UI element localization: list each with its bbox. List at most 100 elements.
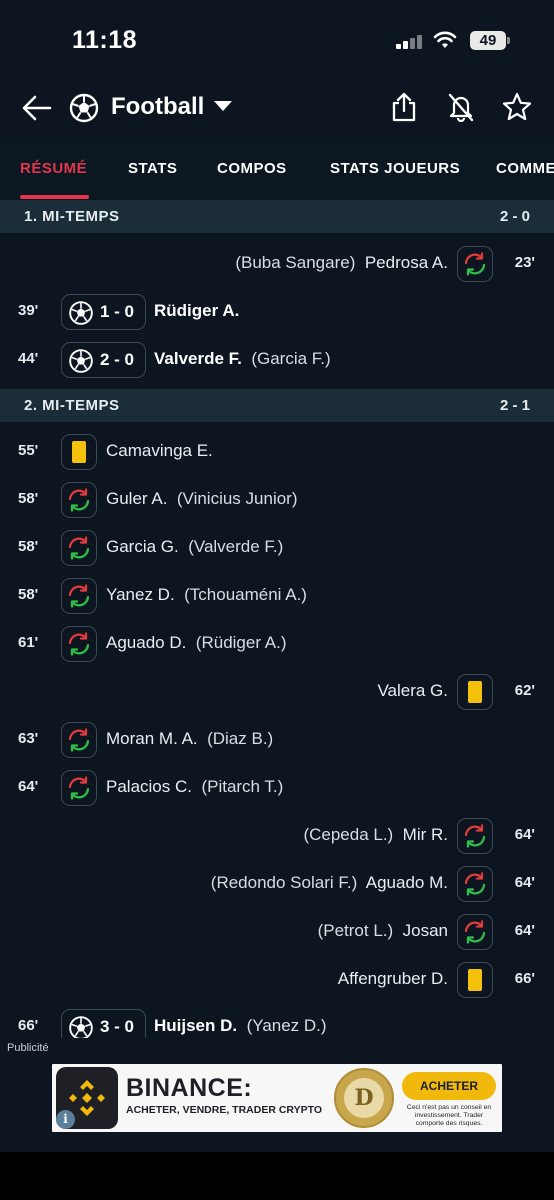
event-player: Moran M. A.	[106, 729, 198, 748]
event-text: (Buba Sangare) Pedrosa A.	[235, 253, 448, 273]
event-row[interactable]: (Cepeda L.) Mir R. 64'	[0, 812, 554, 860]
event-minute: 64'	[514, 874, 535, 891]
event-row[interactable]: Valera G. 62'	[0, 668, 554, 716]
substitution-badge	[457, 818, 493, 854]
yellow-card-badge	[457, 674, 493, 710]
substitution-icon	[464, 252, 486, 276]
info-icon[interactable]: i	[56, 1110, 75, 1129]
event-row[interactable]: (Buba Sangare) Pedrosa A. 23'	[0, 240, 554, 288]
event-minute: 58'	[18, 538, 39, 555]
tab-stats-joueurs[interactable]: STATS JOUEURS	[330, 160, 460, 177]
event-text: Valera G.	[377, 681, 448, 701]
ad-cta-button[interactable]: ACHETER	[402, 1072, 496, 1100]
section-title: 1. MI-TEMPS	[24, 208, 120, 225]
event-text: Camavinga E.	[106, 441, 213, 461]
event-minute: 66'	[514, 970, 535, 987]
goal-score: 2 - 0	[100, 350, 135, 369]
event-row[interactable]: 44' 2 - 0 Valverde F. (Garcia F.)	[0, 336, 554, 384]
event-row[interactable]: 39' 1 - 0 Rüdiger A.	[0, 288, 554, 336]
substitution-icon	[68, 584, 90, 608]
event-text: Garcia G. (Valverde F.)	[106, 537, 283, 557]
event-assist: (Petrot L.)	[317, 921, 394, 940]
app-header: Football	[0, 80, 554, 138]
event-player: Aguado D.	[106, 633, 187, 652]
back-button[interactable]	[20, 92, 54, 124]
event-row[interactable]: 61' Aguado D. (Rüdiger A.)	[0, 620, 554, 668]
substitution-icon	[464, 872, 486, 896]
substitution-badge	[61, 722, 97, 758]
event-row[interactable]: 64' Palacios C. (Pitarch T.)	[0, 764, 554, 812]
event-player: Huijsen D.	[154, 1016, 238, 1035]
battery-tip	[507, 37, 510, 44]
tabs-bar: RÉSUMÉ STATS COMPOS STATS JOUEURS COMMEN…	[0, 138, 554, 200]
chevron-down-icon[interactable]	[214, 101, 232, 111]
event-text: Yanez D. (Tchouaméni A.)	[106, 585, 307, 605]
event-row[interactable]: 55' Camavinga E.	[0, 428, 554, 476]
event-minute: 39'	[18, 302, 39, 319]
event-player: Garcia G.	[106, 537, 179, 556]
yellow-card-icon	[72, 441, 86, 463]
tab-resume[interactable]: RÉSUMÉ	[20, 160, 87, 177]
event-minute: 64'	[18, 778, 39, 795]
event-row[interactable]: Affengruber D. 66'	[0, 956, 554, 1004]
event-player: Palacios C.	[106, 777, 192, 796]
event-assist: (Yanez D.)	[246, 1016, 327, 1035]
event-row[interactable]: (Petrot L.) Josan 64'	[0, 908, 554, 956]
event-text: (Redondo Solari F.) Aguado M.	[211, 873, 448, 893]
tab-stats[interactable]: STATS	[128, 160, 177, 177]
substitution-icon	[68, 728, 90, 752]
event-row[interactable]: 63' Moran M. A. (Diaz B.)	[0, 716, 554, 764]
share-button[interactable]	[387, 90, 421, 124]
notifications-button[interactable]	[444, 90, 478, 124]
ad-banner[interactable]: BINANCE: ACHETER, VENDRE, TRADER CRYPTO …	[52, 1064, 502, 1132]
event-player: Josan	[402, 921, 448, 940]
yellow-card-icon	[468, 681, 482, 703]
substitution-badge	[61, 482, 97, 518]
share-icon	[392, 92, 416, 122]
event-assist: (Redondo Solari F.)	[210, 873, 358, 892]
event-player: Guler A.	[106, 489, 168, 508]
event-text: Palacios C. (Pitarch T.)	[106, 777, 283, 797]
event-text: Valverde F. (Garcia F.)	[154, 349, 331, 369]
football-icon[interactable]	[69, 93, 99, 123]
event-minute: 64'	[514, 922, 535, 939]
ad-label: Publicité	[7, 1042, 49, 1054]
favorite-button[interactable]	[500, 90, 534, 124]
bell-off-icon	[448, 93, 474, 122]
star-icon	[502, 92, 532, 121]
event-player: Valera G.	[377, 681, 448, 700]
coin-letter: D	[344, 1078, 384, 1118]
event-text: Rüdiger A.	[154, 301, 239, 321]
substitution-badge	[457, 866, 493, 902]
event-row[interactable]: 58' Guler A. (Vinicius Junior)	[0, 476, 554, 524]
substitution-icon	[68, 488, 90, 512]
event-row[interactable]: 58' Yanez D. (Tchouaméni A.)	[0, 572, 554, 620]
goal-badge: 1 - 0	[61, 294, 146, 330]
goal-score: 1 - 0	[100, 302, 135, 321]
status-time: 11:18	[72, 26, 138, 54]
event-text: Huijsen D. (Yanez D.)	[154, 1016, 327, 1036]
bottom-bar	[0, 1152, 554, 1200]
event-row[interactable]: (Redondo Solari F.) Aguado M. 64'	[0, 860, 554, 908]
substitution-badge	[61, 578, 97, 614]
yellow-card-badge	[457, 962, 493, 998]
tab-commentaires[interactable]: COMMENTAIRES	[496, 160, 554, 177]
event-minute: 55'	[18, 442, 39, 459]
event-text: Guler A. (Vinicius Junior)	[106, 489, 298, 509]
status-bar: 11:18 49	[0, 0, 554, 80]
dogecoin-icon: D	[334, 1068, 394, 1128]
event-minute: 64'	[514, 826, 535, 843]
substitution-icon	[68, 536, 90, 560]
event-player: Camavinga E.	[106, 441, 213, 460]
ad-brand: BINANCE:	[126, 1074, 253, 1102]
event-row[interactable]: 58' Garcia G. (Valverde F.)	[0, 524, 554, 572]
sport-title[interactable]: Football	[111, 93, 204, 121]
event-assist: (Tchouaméni A.)	[184, 585, 307, 604]
event-minute: 61'	[18, 634, 39, 651]
cellular-signal-icon	[396, 35, 422, 49]
event-minute: 58'	[18, 490, 39, 507]
event-assist: (Garcia F.)	[251, 349, 331, 368]
football-icon	[69, 301, 93, 325]
event-player: Mir R.	[402, 825, 448, 844]
tab-compos[interactable]: COMPOS	[217, 160, 287, 177]
